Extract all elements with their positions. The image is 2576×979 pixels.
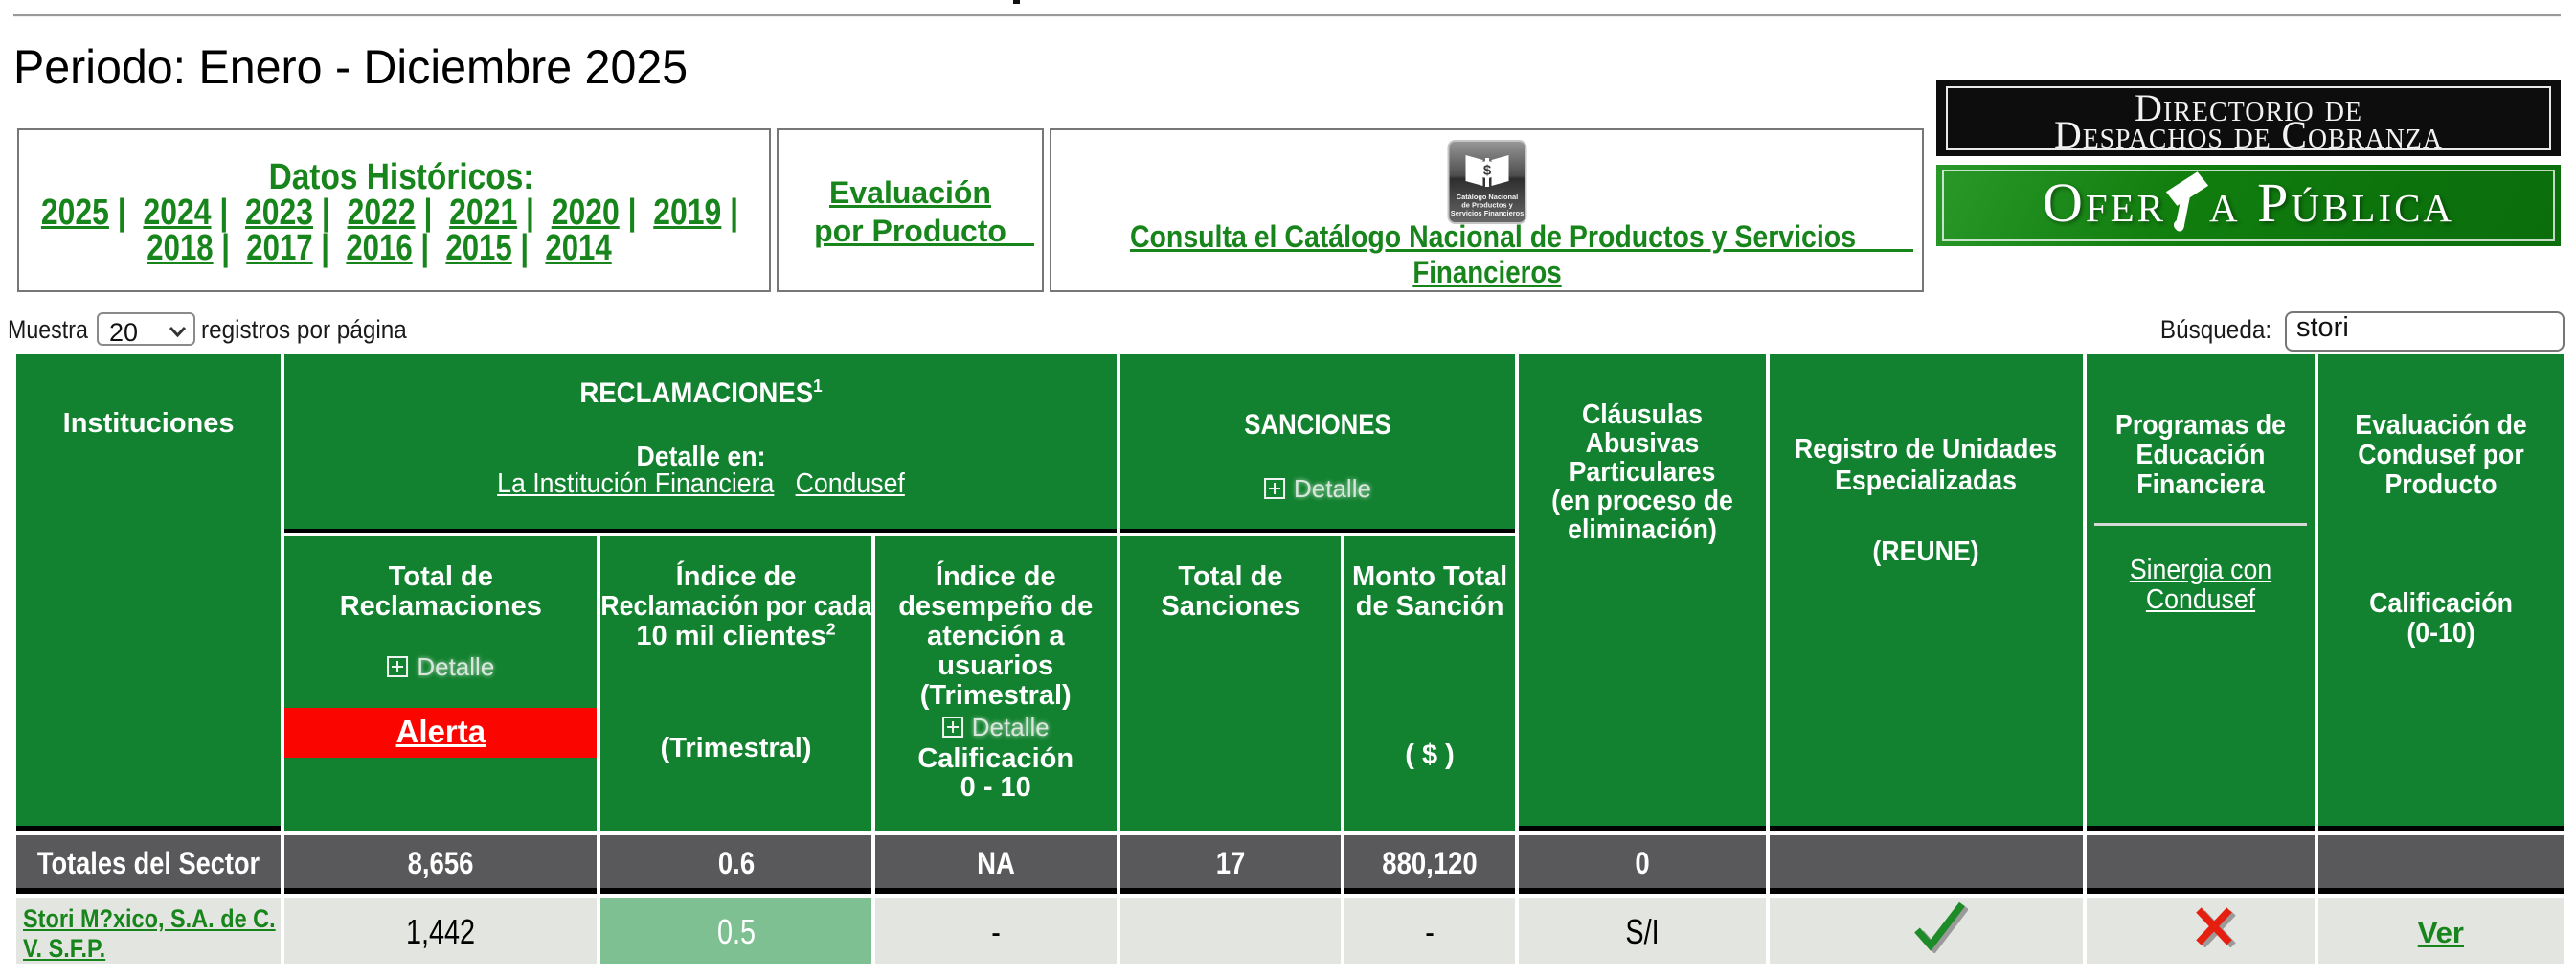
svg-text:$: $ [1482, 163, 1491, 179]
svg-text:Servicios Financieros: Servicios Financieros [1450, 209, 1523, 217]
